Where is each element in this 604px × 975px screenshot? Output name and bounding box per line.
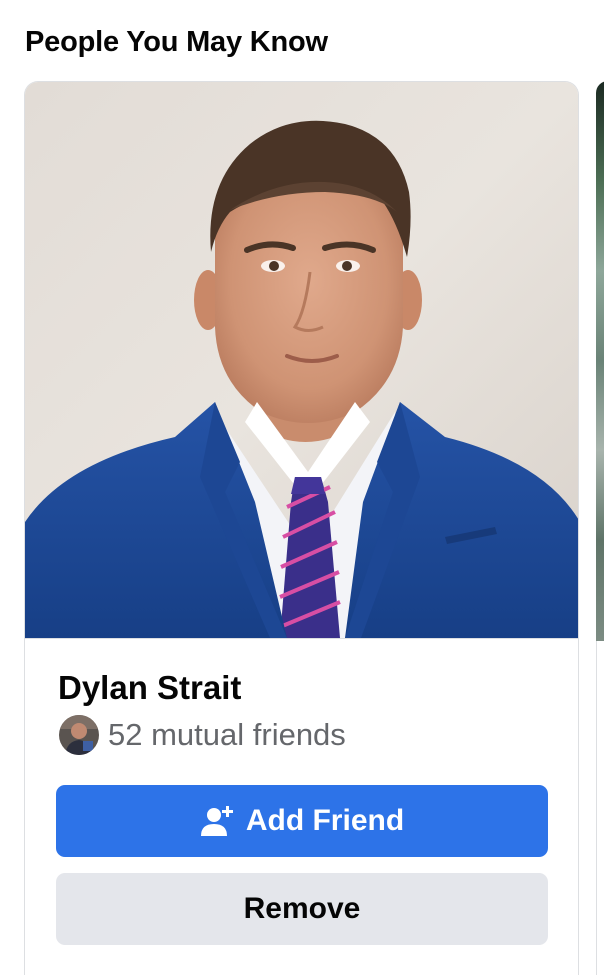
next-suggestion-card-photo[interactable] [596, 81, 604, 641]
friend-suggestion-card: Dylan Strait 52 mutual friends Add Frien… [24, 81, 579, 975]
mutual-friend-avatar [59, 715, 99, 755]
person-name[interactable]: Dylan Strait [58, 668, 241, 708]
add-friend-button[interactable]: Add Friend [56, 785, 548, 857]
mutual-friends-row[interactable]: 52 mutual friends [59, 715, 346, 755]
person-add-icon [200, 804, 234, 838]
profile-photo[interactable] [25, 82, 578, 639]
next-suggestion-card [596, 641, 604, 975]
mutual-friends-count: 52 mutual friends [108, 717, 346, 752]
remove-label: Remove [243, 892, 361, 925]
section-title: People You May Know [25, 26, 328, 58]
add-friend-label: Add Friend [245, 804, 405, 837]
remove-button[interactable]: Remove [56, 873, 548, 945]
